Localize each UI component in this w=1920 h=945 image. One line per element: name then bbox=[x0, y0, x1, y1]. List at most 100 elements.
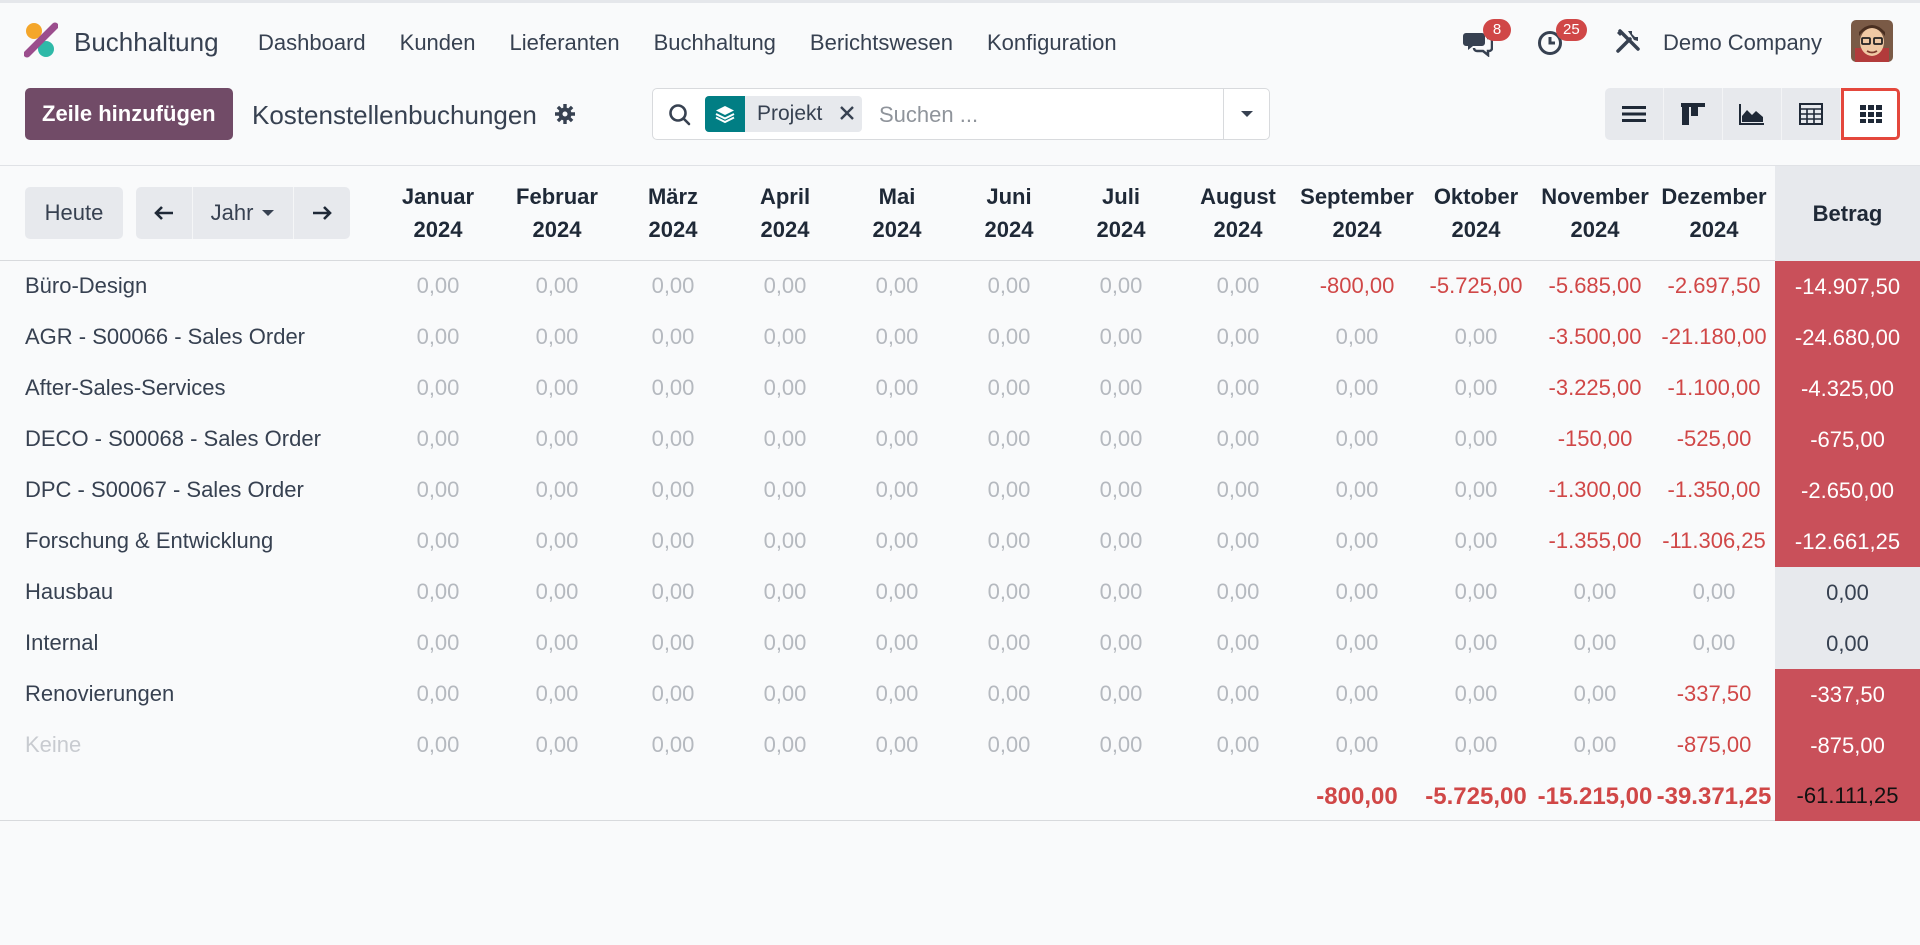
grid-cell[interactable]: 0,00 bbox=[725, 681, 845, 707]
grid-cell[interactable]: 0,00 bbox=[613, 579, 733, 605]
grid-cell[interactable]: -1.300,00 bbox=[1535, 477, 1655, 503]
row-label[interactable]: Keine bbox=[25, 732, 81, 758]
grid-cell[interactable]: -875,00 bbox=[1654, 732, 1774, 758]
grid-cell[interactable]: 0,00 bbox=[1178, 681, 1298, 707]
grid-cell[interactable]: -21.180,00 bbox=[1654, 324, 1774, 350]
row-label[interactable]: Hausbau bbox=[25, 579, 113, 605]
grid-cell[interactable]: 0,00 bbox=[613, 273, 733, 299]
grid-cell[interactable]: 0,00 bbox=[1178, 477, 1298, 503]
grid-cell[interactable]: 0,00 bbox=[613, 375, 733, 401]
grid-cell[interactable]: 0,00 bbox=[837, 528, 957, 554]
range-scale-dropdown[interactable]: Jahr bbox=[192, 187, 294, 239]
grid-cell[interactable]: 0,00 bbox=[837, 681, 957, 707]
grid-cell[interactable]: 0,00 bbox=[613, 324, 733, 350]
grid-cell[interactable]: 0,00 bbox=[949, 477, 1069, 503]
grid-cell[interactable]: 0,00 bbox=[949, 528, 1069, 554]
grid-cell[interactable]: 0,00 bbox=[497, 681, 617, 707]
grid-cell[interactable]: -3.500,00 bbox=[1535, 324, 1655, 350]
grid-cell[interactable]: 0,00 bbox=[1061, 273, 1181, 299]
grid-cell[interactable]: 0,00 bbox=[378, 732, 498, 758]
grid-cell[interactable]: 0,00 bbox=[837, 324, 957, 350]
grid-cell[interactable]: 0,00 bbox=[1061, 375, 1181, 401]
search-icon[interactable] bbox=[667, 102, 693, 128]
grid-cell[interactable]: 0,00 bbox=[1178, 732, 1298, 758]
grid-cell[interactable]: 0,00 bbox=[378, 681, 498, 707]
grid-cell[interactable]: 0,00 bbox=[1416, 579, 1536, 605]
grid-cell[interactable]: -150,00 bbox=[1535, 426, 1655, 452]
grid-cell[interactable]: 0,00 bbox=[1061, 426, 1181, 452]
grid-cell[interactable]: -525,00 bbox=[1654, 426, 1774, 452]
grid-cell[interactable]: 0,00 bbox=[497, 426, 617, 452]
grid-cell[interactable]: -5.685,00 bbox=[1535, 273, 1655, 299]
grid-cell[interactable]: 0,00 bbox=[725, 579, 845, 605]
grid-cell[interactable]: 0,00 bbox=[1061, 579, 1181, 605]
search-input[interactable] bbox=[879, 97, 1209, 133]
row-label[interactable]: Internal bbox=[25, 630, 98, 656]
grid-cell[interactable]: 0,00 bbox=[1061, 732, 1181, 758]
grid-cell[interactable]: 0,00 bbox=[725, 273, 845, 299]
grid-cell[interactable]: 0,00 bbox=[378, 375, 498, 401]
grid-cell[interactable]: -5.725,00 bbox=[1416, 273, 1536, 299]
grid-cell[interactable]: 0,00 bbox=[1297, 477, 1417, 503]
row-label[interactable]: DECO - S00068 - Sales Order bbox=[25, 426, 321, 452]
row-label[interactable]: AGR - S00066 - Sales Order bbox=[25, 324, 305, 350]
grid-cell[interactable]: 0,00 bbox=[497, 324, 617, 350]
graph-view-button[interactable] bbox=[1723, 88, 1782, 140]
menu-lieferanten[interactable]: Lieferanten bbox=[510, 30, 620, 56]
grid-cell[interactable]: -11.306,25 bbox=[1654, 528, 1774, 554]
grid-cell[interactable]: 0,00 bbox=[1297, 324, 1417, 350]
grid-cell[interactable]: -3.225,00 bbox=[1535, 375, 1655, 401]
menu-kunden[interactable]: Kunden bbox=[400, 30, 476, 56]
grid-cell[interactable]: 0,00 bbox=[949, 324, 1069, 350]
company-switcher[interactable]: Demo Company bbox=[1663, 30, 1822, 56]
grid-cell[interactable]: 0,00 bbox=[725, 324, 845, 350]
grid-cell[interactable]: 0,00 bbox=[497, 375, 617, 401]
grid-cell[interactable]: 0,00 bbox=[497, 630, 617, 656]
grid-cell[interactable]: 0,00 bbox=[497, 273, 617, 299]
grid-cell[interactable]: 0,00 bbox=[1297, 375, 1417, 401]
menu-dashboard[interactable]: Dashboard bbox=[258, 30, 366, 56]
row-label[interactable]: Büro-Design bbox=[25, 273, 147, 299]
app-logo[interactable] bbox=[24, 22, 58, 58]
grid-cell[interactable]: 0,00 bbox=[613, 630, 733, 656]
activities-button[interactable]: 25 bbox=[1536, 19, 1587, 57]
grid-cell[interactable]: 0,00 bbox=[949, 681, 1069, 707]
grid-cell[interactable]: 0,00 bbox=[1061, 630, 1181, 656]
grid-cell[interactable]: 0,00 bbox=[1297, 681, 1417, 707]
grid-cell[interactable]: 0,00 bbox=[1416, 681, 1536, 707]
grid-cell[interactable]: 0,00 bbox=[1535, 681, 1655, 707]
grid-cell[interactable]: -1.350,00 bbox=[1654, 477, 1774, 503]
grid-cell[interactable]: 0,00 bbox=[949, 732, 1069, 758]
menu-konfiguration[interactable]: Konfiguration bbox=[987, 30, 1117, 56]
grid-cell[interactable]: -1.100,00 bbox=[1654, 375, 1774, 401]
row-label[interactable]: After-Sales-Services bbox=[25, 375, 226, 401]
grid-cell[interactable]: 0,00 bbox=[1654, 579, 1774, 605]
grid-view-button[interactable] bbox=[1841, 88, 1900, 140]
grid-cell[interactable]: 0,00 bbox=[1416, 528, 1536, 554]
grid-cell[interactable]: 0,00 bbox=[1178, 579, 1298, 605]
grid-cell[interactable]: 0,00 bbox=[837, 732, 957, 758]
row-label[interactable]: Forschung & Entwicklung bbox=[25, 528, 273, 554]
grid-cell[interactable]: 0,00 bbox=[949, 375, 1069, 401]
list-view-button[interactable] bbox=[1605, 88, 1664, 140]
row-label[interactable]: Renovierungen bbox=[25, 681, 174, 707]
grid-cell[interactable]: 0,00 bbox=[613, 528, 733, 554]
grid-cell[interactable]: 0,00 bbox=[378, 630, 498, 656]
grid-cell[interactable]: 0,00 bbox=[837, 273, 957, 299]
grid-cell[interactable]: 0,00 bbox=[1178, 528, 1298, 554]
user-avatar[interactable] bbox=[1851, 20, 1893, 62]
grid-cell[interactable]: 0,00 bbox=[725, 732, 845, 758]
grid-cell[interactable]: 0,00 bbox=[725, 477, 845, 503]
grid-cell[interactable]: 0,00 bbox=[1061, 528, 1181, 554]
today-button[interactable]: Heute bbox=[25, 187, 123, 239]
grid-cell[interactable]: 0,00 bbox=[837, 630, 957, 656]
grid-cell[interactable]: 0,00 bbox=[949, 426, 1069, 452]
messages-button[interactable]: 8 bbox=[1463, 19, 1511, 58]
grid-cell[interactable]: 0,00 bbox=[1416, 324, 1536, 350]
grid-cell[interactable]: 0,00 bbox=[1178, 426, 1298, 452]
menu-buchhaltung[interactable]: Buchhaltung bbox=[654, 30, 776, 56]
grid-cell[interactable]: 0,00 bbox=[1297, 732, 1417, 758]
grid-cell[interactable]: 0,00 bbox=[1178, 273, 1298, 299]
grid-cell[interactable]: 0,00 bbox=[1535, 732, 1655, 758]
grid-cell[interactable]: 0,00 bbox=[497, 528, 617, 554]
